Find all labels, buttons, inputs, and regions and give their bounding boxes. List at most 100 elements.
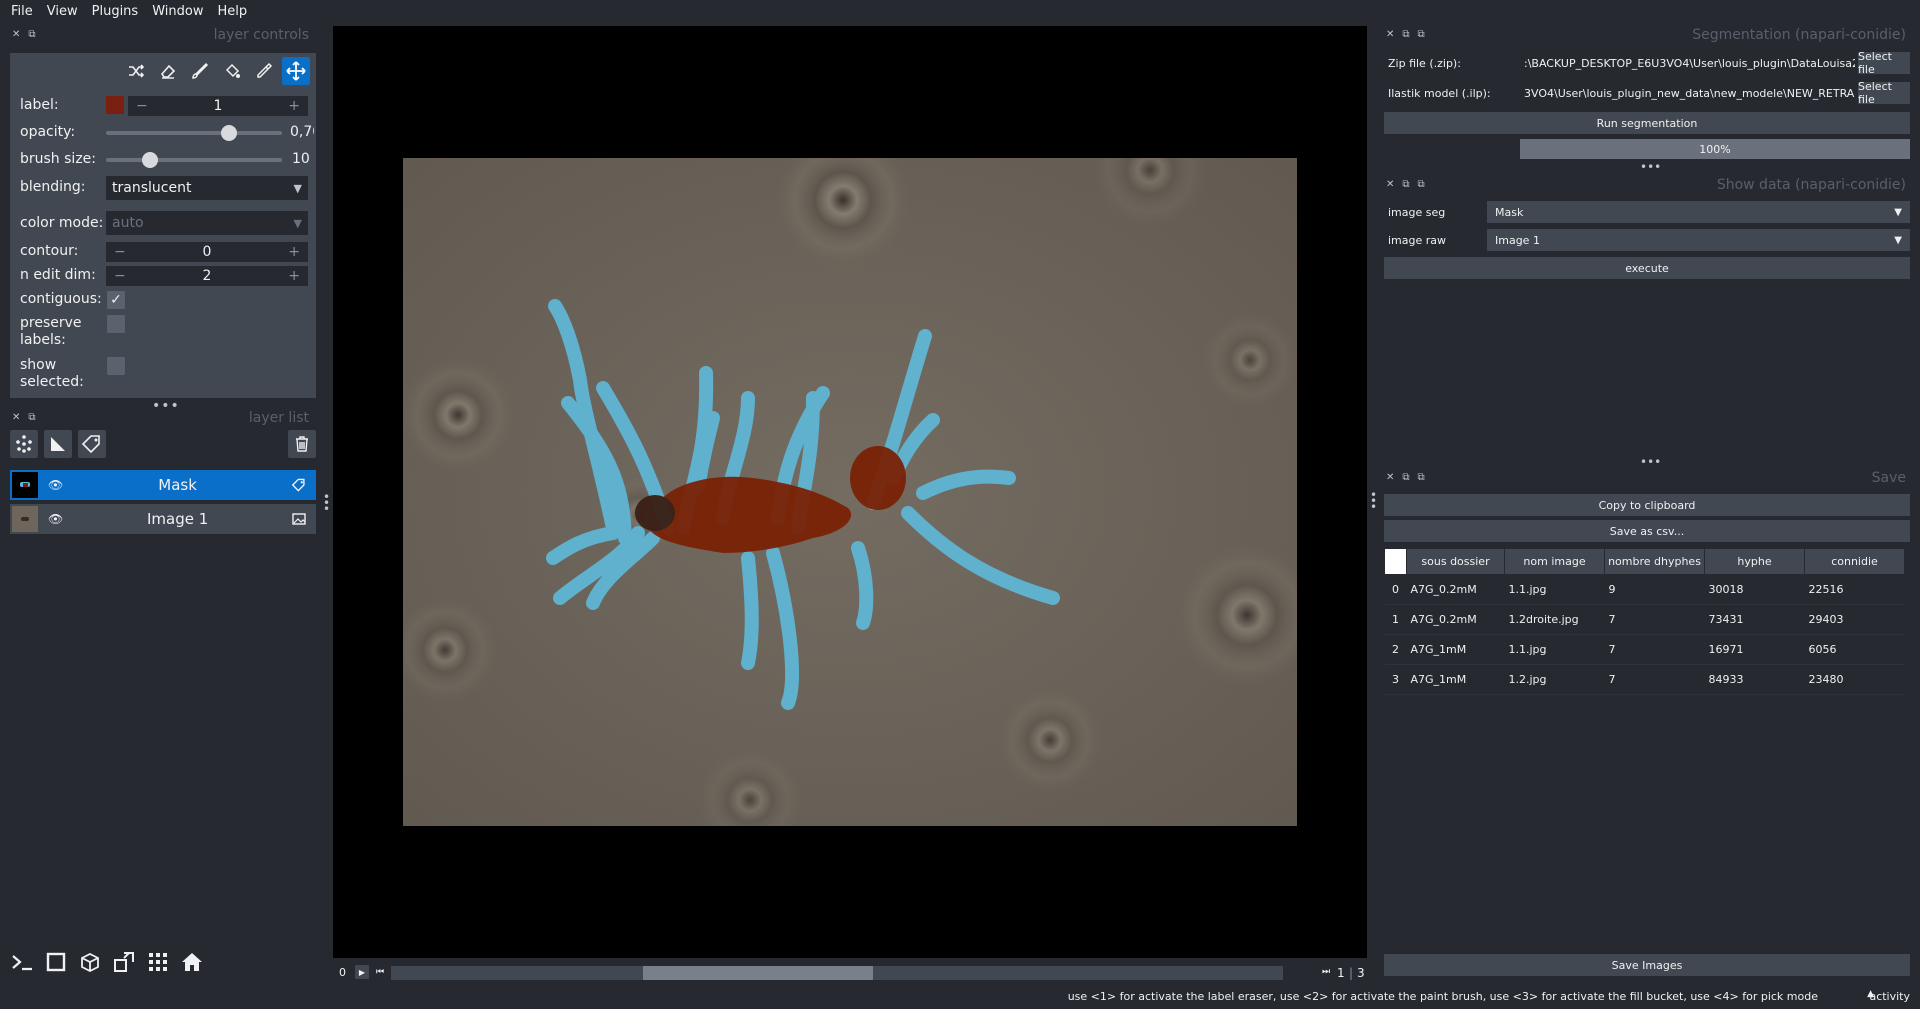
table-cell[interactable]: A7G_1mM (1406, 634, 1505, 665)
table-cell[interactable]: 16971 (1704, 634, 1805, 665)
decrement-icon[interactable]: − (136, 98, 148, 114)
splitter-handle-icon[interactable]: ••• (1640, 160, 1661, 174)
run-segmentation-button[interactable]: Run segmentation (1384, 112, 1910, 134)
execute-button[interactable]: execute (1384, 257, 1910, 279)
layer-item-image-1[interactable]: 👁 Image 1 (10, 504, 316, 534)
table-cell[interactable]: 1.1.jpg (1504, 574, 1605, 605)
table-cell[interactable]: A7G_0.2mM (1406, 604, 1505, 635)
menu-window[interactable]: Window (145, 0, 210, 24)
fill-bucket-button[interactable] (218, 57, 246, 85)
copy-to-clipboard-button[interactable]: Copy to clipboard (1384, 494, 1910, 516)
close-icon[interactable]: ✕ (12, 412, 20, 423)
show-selected-checkbox[interactable] (107, 357, 125, 375)
float-icon[interactable]: ⧉ (28, 29, 35, 40)
table-cell[interactable]: 6056 (1804, 634, 1905, 665)
table-cell[interactable]: 9 (1604, 574, 1705, 605)
menu-view[interactable]: View (40, 0, 85, 24)
zip-select-file-button[interactable]: Select file (1858, 50, 1910, 76)
new-labels-button[interactable] (78, 430, 106, 458)
column-header[interactable]: nom image (1504, 548, 1605, 575)
close-icon[interactable]: ✕ (1386, 29, 1394, 40)
shuffle-colors-button[interactable] (122, 57, 150, 85)
float-icon[interactable]: ⧉ (28, 412, 35, 423)
ilastik-model-input[interactable]: 3VO4\User\louis_plugin_new_data\new_mode… (1520, 82, 1855, 104)
splitter-handle-icon[interactable]: ••• (152, 398, 180, 414)
splitter-handle-icon[interactable]: ••• (1640, 455, 1661, 469)
table-cell[interactable]: A7G_1mM (1406, 664, 1505, 695)
decrement-icon[interactable]: − (114, 268, 126, 284)
increment-icon[interactable]: + (288, 268, 300, 284)
new-points-button[interactable] (10, 430, 38, 458)
menu-plugins[interactable]: Plugins (85, 0, 146, 24)
increment-icon[interactable]: + (288, 98, 300, 114)
contiguous-checkbox[interactable]: ✓ (107, 291, 125, 309)
table-cell[interactable]: 7 (1604, 664, 1705, 695)
float-icon[interactable]: ⧉ (1418, 179, 1425, 190)
color-mode-dropdown[interactable]: auto ▼ (106, 211, 308, 235)
eraser-button[interactable] (154, 57, 182, 85)
dims-thumb[interactable] (642, 966, 873, 980)
table-cell[interactable]: 1.1.jpg (1504, 634, 1605, 665)
menu-file[interactable]: File (4, 0, 40, 24)
column-header[interactable]: nombre dhyphes (1604, 548, 1705, 575)
table-cell[interactable]: 84933 (1704, 664, 1805, 695)
image-seg-dropdown[interactable]: Mask ▼ (1487, 201, 1910, 223)
decrement-icon[interactable]: − (114, 244, 126, 260)
table-row[interactable]: 3 A7G_1mM 1.2.jpg 7 84933 23480 (1384, 664, 1905, 695)
last-frame-button[interactable]: ⏭ (1319, 965, 1333, 979)
layer-item-mask[interactable]: 👁 Mask (10, 470, 316, 500)
opacity-value[interactable]: 0,70 (290, 124, 314, 140)
close-icon[interactable]: ✕ (12, 29, 20, 40)
row-index[interactable]: 3 (1384, 664, 1407, 695)
label-spinbox[interactable]: − 1 + (128, 96, 308, 116)
new-shapes-button[interactable] (44, 430, 72, 458)
close-icon[interactable]: ✕ (1386, 472, 1394, 483)
preserve-labels-checkbox[interactable] (107, 315, 125, 333)
increment-icon[interactable]: + (288, 244, 300, 260)
column-header[interactable]: hyphe (1704, 548, 1805, 575)
table-row[interactable]: 2 A7G_1mM 1.1.jpg 7 16971 6056 (1384, 634, 1905, 665)
pan-zoom-button[interactable] (282, 57, 310, 85)
row-index[interactable]: 2 (1384, 634, 1407, 665)
n-edit-dim-spinbox[interactable]: − 2 + (106, 266, 308, 286)
table-cell[interactable]: 73431 (1704, 604, 1805, 635)
table-corner[interactable] (1384, 548, 1407, 575)
activity-button[interactable]: activity (1869, 990, 1910, 1003)
brush-size-value[interactable]: 10 (292, 151, 310, 167)
table-row[interactable]: 0 A7G_0.2mM 1.1.jpg 9 30018 22516 (1384, 574, 1905, 605)
close-icon[interactable]: ✕ (1386, 179, 1394, 190)
dock-splitter-handle[interactable]: • • • (323, 491, 330, 515)
play-button[interactable]: ▶ (355, 965, 369, 979)
grid-view-button[interactable] (144, 948, 172, 976)
paint-brush-button[interactable] (186, 57, 214, 85)
menu-help[interactable]: Help (210, 0, 254, 24)
table-cell[interactable]: 29403 (1804, 604, 1905, 635)
table-cell[interactable]: 7 (1604, 634, 1705, 665)
transpose-button[interactable] (110, 948, 138, 976)
layer-name[interactable]: Image 1 (63, 510, 292, 528)
visibility-eye-icon[interactable]: 👁 (48, 512, 63, 526)
table-cell[interactable]: 22516 (1804, 574, 1905, 605)
table-cell[interactable]: A7G_0.2mM (1406, 574, 1505, 605)
contour-spinbox[interactable]: − 0 + (106, 242, 308, 262)
visibility-eye-icon[interactable]: 👁 (48, 478, 63, 492)
color-picker-button[interactable] (250, 57, 278, 85)
row-index[interactable]: 0 (1384, 574, 1407, 605)
label-color-swatch[interactable] (106, 96, 124, 114)
table-cell[interactable]: 30018 (1704, 574, 1805, 605)
reset-view-button[interactable] (178, 948, 206, 976)
table-cell[interactable]: 1.2.jpg (1504, 664, 1605, 695)
first-frame-button[interactable]: ⏮ (373, 965, 387, 979)
microscopy-image[interactable] (403, 158, 1297, 826)
table-cell[interactable]: 7 (1604, 604, 1705, 635)
table-row[interactable]: 1 A7G_0.2mM 1.2droite.jpg 7 73431 29403 (1384, 604, 1905, 635)
opacity-slider[interactable] (106, 124, 282, 142)
brush-size-thumb[interactable] (142, 152, 158, 168)
delete-layer-button[interactable] (288, 430, 316, 458)
row-index[interactable]: 1 (1384, 604, 1407, 635)
zip-file-input[interactable]: :\BACKUP_DESKTOP_E6U3VO4\User\louis_plug… (1520, 52, 1855, 74)
console-button[interactable] (8, 948, 36, 976)
roll-dimensions-button[interactable] (76, 948, 104, 976)
dims-track[interactable] (391, 966, 1283, 980)
float-icon[interactable]: ⧉ (1418, 29, 1425, 40)
